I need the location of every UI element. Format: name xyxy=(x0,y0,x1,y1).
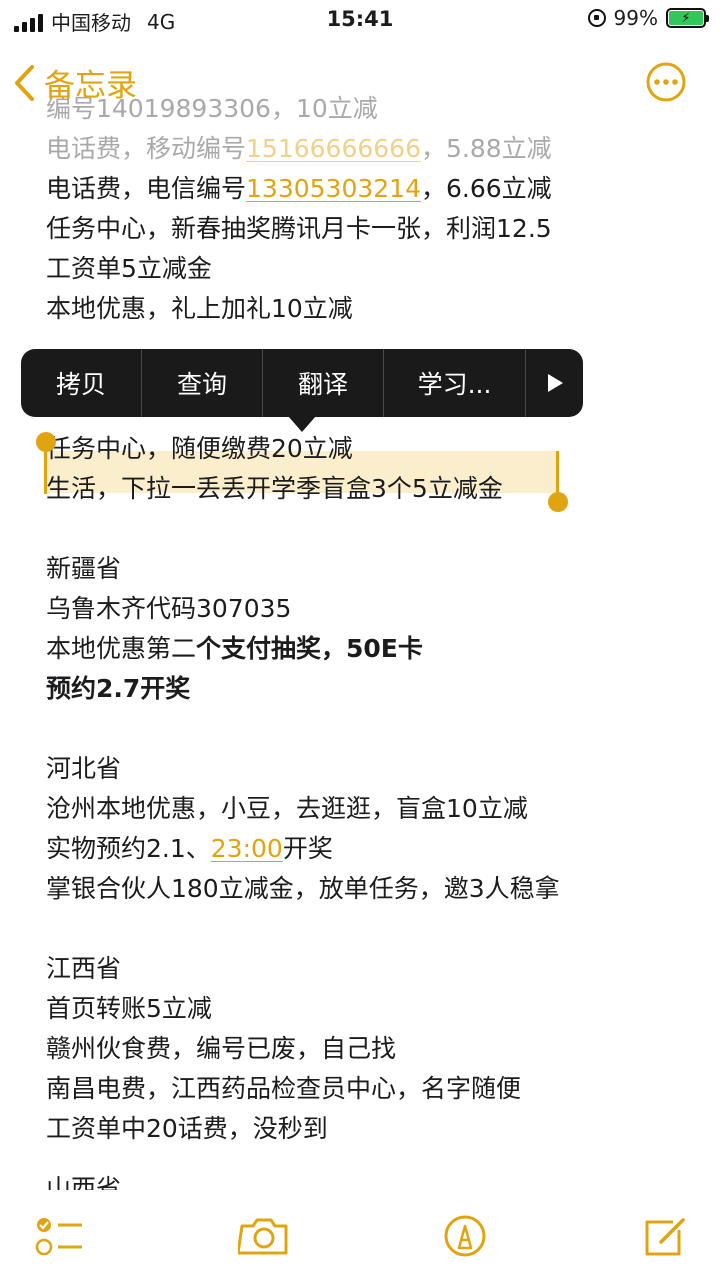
note-line: 本地优惠，礼上加礼10立减 xyxy=(46,290,353,328)
menu-learn[interactable]: 学习... xyxy=(384,349,526,417)
battery-icon: ⚡ xyxy=(666,8,709,28)
note-line-text: 任务中心，新春抽奖腾讯月卡一张，利润12.5 xyxy=(46,214,552,243)
note-line-bold: 个支付抽奖，50E卡 xyxy=(196,634,423,663)
note-line-text: 本地优惠第二 xyxy=(46,634,197,663)
compose-icon[interactable] xyxy=(643,1216,687,1258)
markup-pen-icon[interactable] xyxy=(443,1214,487,1258)
menu-more-button[interactable] xyxy=(526,349,583,417)
note-line-text: 新疆省 xyxy=(46,554,122,583)
detected-link[interactable]: 23:00 xyxy=(211,834,283,863)
note-line-tail: ，5.88立减 xyxy=(420,134,552,163)
note-line: 生活，下拉一丢丢开学季盲盒3个5立减金 xyxy=(46,470,503,508)
note-line: 新疆省 xyxy=(46,550,121,588)
selection-start-bar xyxy=(44,440,47,494)
note-line: 南昌电费，江西药品检查员中心，名字随便 xyxy=(46,1070,521,1108)
camera-icon[interactable] xyxy=(238,1216,290,1256)
note-line: 电话费，移动编号15166666666，5.88立减 xyxy=(46,130,552,168)
note-line-text: 生活，下拉一丢丢开学季盲盒3个5立减金 xyxy=(46,474,503,503)
menu-copy[interactable]: 拷贝 xyxy=(21,349,142,417)
note-line-text: 掌银合伙人180立减金，放单任务，邀3人稳拿 xyxy=(46,874,560,903)
note-line: 电话费，电信编号13305303214，6.66立减 xyxy=(46,170,552,208)
note-line-text: 南昌电费，江西药品检查员中心，名字随便 xyxy=(46,1074,522,1103)
back-label: 备忘录 xyxy=(44,68,137,104)
note-line-text: 山西省 xyxy=(46,1174,122,1190)
note-line-text: 工资单中20话费，没秒到 xyxy=(46,1114,328,1143)
note-line: 江西省 xyxy=(46,950,121,988)
battery-charging-bolt-icon: ⚡ xyxy=(669,11,703,26)
bottom-toolbar xyxy=(0,1190,720,1280)
note-line-text: 首页转账5立减 xyxy=(46,994,212,1023)
note-line-text: 任务中心，随便缴费20立减 xyxy=(46,434,353,463)
note-line: 赣州伙食费，编号已废，自己找 xyxy=(46,1030,396,1068)
note-line-text: 本地优惠，礼上加礼10立减 xyxy=(46,294,353,323)
note-line-tail: 开奖 xyxy=(282,834,333,863)
note-line: 预约2.7开奖 xyxy=(46,670,190,708)
menu-pointer xyxy=(288,416,316,432)
note-line: 实物预约2.1、23:00开奖 xyxy=(46,830,333,868)
note-line: 任务中心，新春抽奖腾讯月卡一张，利润12.5 xyxy=(46,210,552,248)
nav-bar: 备忘录 xyxy=(0,40,720,120)
battery-percent: 99% xyxy=(613,6,658,30)
note-line: 掌银合伙人180立减金，放单任务，邀3人稳拿 xyxy=(46,870,560,908)
triangle-right-icon xyxy=(547,374,563,392)
note-line: 工资单中20话费，没秒到 xyxy=(46,1110,328,1148)
note-line: 工资单5立减金 xyxy=(46,250,212,288)
status-right: 99% ⚡ xyxy=(587,6,709,30)
note-line-text: 预约2.7开奖 xyxy=(46,674,191,703)
status-bar: 中国移动 4G 15:41 99% ⚡ xyxy=(0,0,720,40)
note-line: 本地优惠第二个支付抽奖，50E卡 xyxy=(46,630,423,668)
note-line-text: 工资单5立减金 xyxy=(46,254,212,283)
note-line: 沧州本地优惠，小豆，去逛逛，盲盒10立减 xyxy=(46,790,528,828)
note-line: 乌鲁木齐代码307035 xyxy=(46,590,291,628)
note-line-text: 河北省 xyxy=(46,754,122,783)
note-line: 山西省 xyxy=(46,1170,121,1190)
note-line-text: 赣州伙食费，编号已废，自己找 xyxy=(46,1034,397,1063)
edit-context-menu: 拷贝 查询 翻译 学习... xyxy=(21,349,583,417)
note-line-text: 电话费，移动编号 xyxy=(46,134,247,163)
note-line-text: 电话费，电信编号 xyxy=(46,174,247,203)
note-line-tail: ，6.66立减 xyxy=(420,174,552,203)
note-line-text: 乌鲁木齐代码307035 xyxy=(46,594,292,623)
checklist-icon[interactable] xyxy=(34,1216,84,1256)
selection-end-handle[interactable] xyxy=(548,492,568,512)
back-button[interactable]: 备忘录 xyxy=(12,60,137,105)
ellipsis-circle-icon[interactable] xyxy=(646,62,686,102)
note-line-text: 实物预约2.1、 xyxy=(46,834,211,863)
note-line: 首页转账5立减 xyxy=(46,990,212,1028)
note-line-text: 沧州本地优惠，小豆，去逛逛，盲盒10立减 xyxy=(46,794,528,823)
note-line: 任务中心，随便缴费20立减 xyxy=(46,430,353,468)
note-body[interactable]: 编号14019893306，10立减 电话费，移动编号15166666666，5.… xyxy=(46,40,686,1190)
chevron-left-icon xyxy=(15,64,34,101)
detected-link[interactable]: 15166666666 xyxy=(246,134,421,163)
menu-translate[interactable]: 翻译 xyxy=(263,349,384,417)
detected-link[interactable]: 13305303214 xyxy=(246,174,421,203)
note-line: 河北省 xyxy=(46,750,121,788)
note-line-text: 江西省 xyxy=(46,954,122,983)
orientation-lock-icon xyxy=(587,9,606,27)
menu-lookup[interactable]: 查询 xyxy=(142,349,263,417)
